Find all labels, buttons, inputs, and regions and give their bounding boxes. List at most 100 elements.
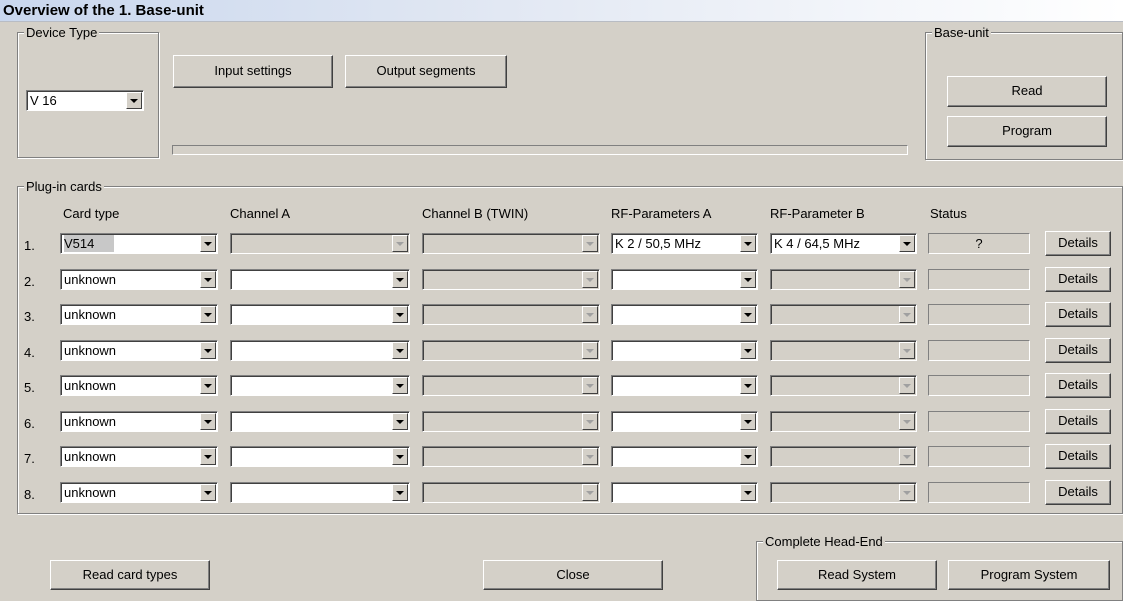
rf-a-select[interactable] <box>611 411 758 432</box>
channel-a-select <box>230 233 410 254</box>
channel-a-select[interactable] <box>230 304 410 325</box>
chevron-down-icon <box>582 413 598 430</box>
details-button[interactable]: Details <box>1045 373 1111 398</box>
chevron-down-icon[interactable] <box>740 342 756 359</box>
channel-b-select <box>422 340 600 361</box>
chevron-down-icon[interactable] <box>126 92 142 109</box>
rf-b-select <box>770 482 917 503</box>
chevron-down-icon <box>582 342 598 359</box>
rf-a-select[interactable] <box>611 375 758 396</box>
card-type-select-value: unknown <box>64 449 117 464</box>
chevron-down-icon[interactable] <box>392 448 408 465</box>
read-system-button[interactable]: Read System <box>777 560 937 590</box>
details-button[interactable]: Details <box>1045 409 1111 434</box>
status-field <box>928 304 1030 325</box>
header-status: Status <box>930 206 967 221</box>
card-type-select[interactable]: V514 <box>60 233 218 254</box>
channel-a-select[interactable] <box>230 375 410 396</box>
chevron-down-icon[interactable] <box>740 271 756 288</box>
rf-a-select[interactable] <box>611 269 758 290</box>
chevron-down-icon[interactable] <box>740 484 756 501</box>
card-type-select[interactable]: unknown <box>60 304 218 325</box>
chevron-down-icon[interactable] <box>392 413 408 430</box>
row-number: 4. <box>24 345 35 360</box>
status-field <box>928 269 1030 290</box>
input-settings-button[interactable]: Input settings <box>173 55 333 88</box>
chevron-down-icon[interactable] <box>200 484 216 501</box>
card-type-select[interactable]: unknown <box>60 446 218 467</box>
card-type-select-value: V514 <box>64 235 115 252</box>
chevron-down-icon[interactable] <box>392 342 408 359</box>
details-button[interactable]: Details <box>1045 480 1111 505</box>
card-type-select-value: unknown <box>64 378 117 393</box>
chevron-down-icon[interactable] <box>740 377 756 394</box>
chevron-down-icon[interactable] <box>200 235 216 252</box>
rf-a-select[interactable] <box>611 340 758 361</box>
chevron-down-icon[interactable] <box>200 271 216 288</box>
channel-a-select[interactable] <box>230 340 410 361</box>
row-number: 1. <box>24 238 35 253</box>
chevron-down-icon[interactable] <box>740 413 756 430</box>
chevron-down-icon[interactable] <box>200 448 216 465</box>
channel-b-select <box>422 269 600 290</box>
rf-a-select[interactable] <box>611 446 758 467</box>
channel-a-select[interactable] <box>230 482 410 503</box>
rf-a-select[interactable] <box>611 482 758 503</box>
row-number: 8. <box>24 487 35 502</box>
details-button[interactable]: Details <box>1045 444 1111 469</box>
chevron-down-icon[interactable] <box>200 306 216 323</box>
chevron-down-icon[interactable] <box>740 235 756 252</box>
card-type-select[interactable]: unknown <box>60 411 218 432</box>
chevron-down-icon[interactable] <box>392 271 408 288</box>
rf-b-select <box>770 304 917 325</box>
details-button[interactable]: Details <box>1045 231 1111 256</box>
chevron-down-icon[interactable] <box>200 377 216 394</box>
chevron-down-icon <box>899 377 915 394</box>
progress-bar <box>172 145 908 155</box>
row-number: 6. <box>24 416 35 431</box>
rf-b-select <box>770 411 917 432</box>
channel-b-select <box>422 375 600 396</box>
details-button[interactable]: Details <box>1045 338 1111 363</box>
rf-a-select[interactable] <box>611 304 758 325</box>
channel-a-select[interactable] <box>230 446 410 467</box>
rf-b-select[interactable]: K 4 / 64,5 MHz <box>770 233 917 254</box>
chevron-down-icon[interactable] <box>200 413 216 430</box>
close-button[interactable]: Close <box>483 560 663 590</box>
chevron-down-icon[interactable] <box>899 235 915 252</box>
read-card-types-button[interactable]: Read card types <box>50 560 210 590</box>
chevron-down-icon[interactable] <box>740 306 756 323</box>
channel-b-select <box>422 304 600 325</box>
chevron-down-icon[interactable] <box>392 306 408 323</box>
output-segments-button[interactable]: Output segments <box>345 55 507 88</box>
chevron-down-icon[interactable] <box>392 377 408 394</box>
details-button[interactable]: Details <box>1045 267 1111 292</box>
device-type-select[interactable]: V 16 <box>26 90 144 111</box>
details-button[interactable]: Details <box>1045 302 1111 327</box>
rf-b-select <box>770 269 917 290</box>
status-field <box>928 340 1030 361</box>
read-button[interactable]: Read <box>947 76 1107 107</box>
card-type-select[interactable]: unknown <box>60 375 218 396</box>
chevron-down-icon <box>582 306 598 323</box>
channel-b-select <box>422 233 600 254</box>
header-channel-b: Channel B (TWIN) <box>422 206 529 221</box>
program-system-button[interactable]: Program System <box>948 560 1110 590</box>
card-type-select[interactable]: unknown <box>60 269 218 290</box>
card-type-select[interactable]: unknown <box>60 340 218 361</box>
chevron-down-icon[interactable] <box>200 342 216 359</box>
chevron-down-icon <box>582 271 598 288</box>
rf-a-select[interactable]: K 2 / 50,5 MHz <box>611 233 758 254</box>
program-button[interactable]: Program <box>947 116 1107 147</box>
status-field <box>928 446 1030 467</box>
channel-a-select[interactable] <box>230 411 410 432</box>
channel-a-select[interactable] <box>230 269 410 290</box>
card-type-select[interactable]: unknown <box>60 482 218 503</box>
rf-a-select-value: K 2 / 50,5 MHz <box>615 236 701 251</box>
chevron-down-icon[interactable] <box>392 484 408 501</box>
base-unit-label: Base-unit <box>932 25 991 40</box>
chevron-down-icon[interactable] <box>740 448 756 465</box>
window-title: Overview of the 1. Base-unit <box>0 0 1123 22</box>
status-field <box>928 482 1030 503</box>
chevron-down-icon <box>899 448 915 465</box>
